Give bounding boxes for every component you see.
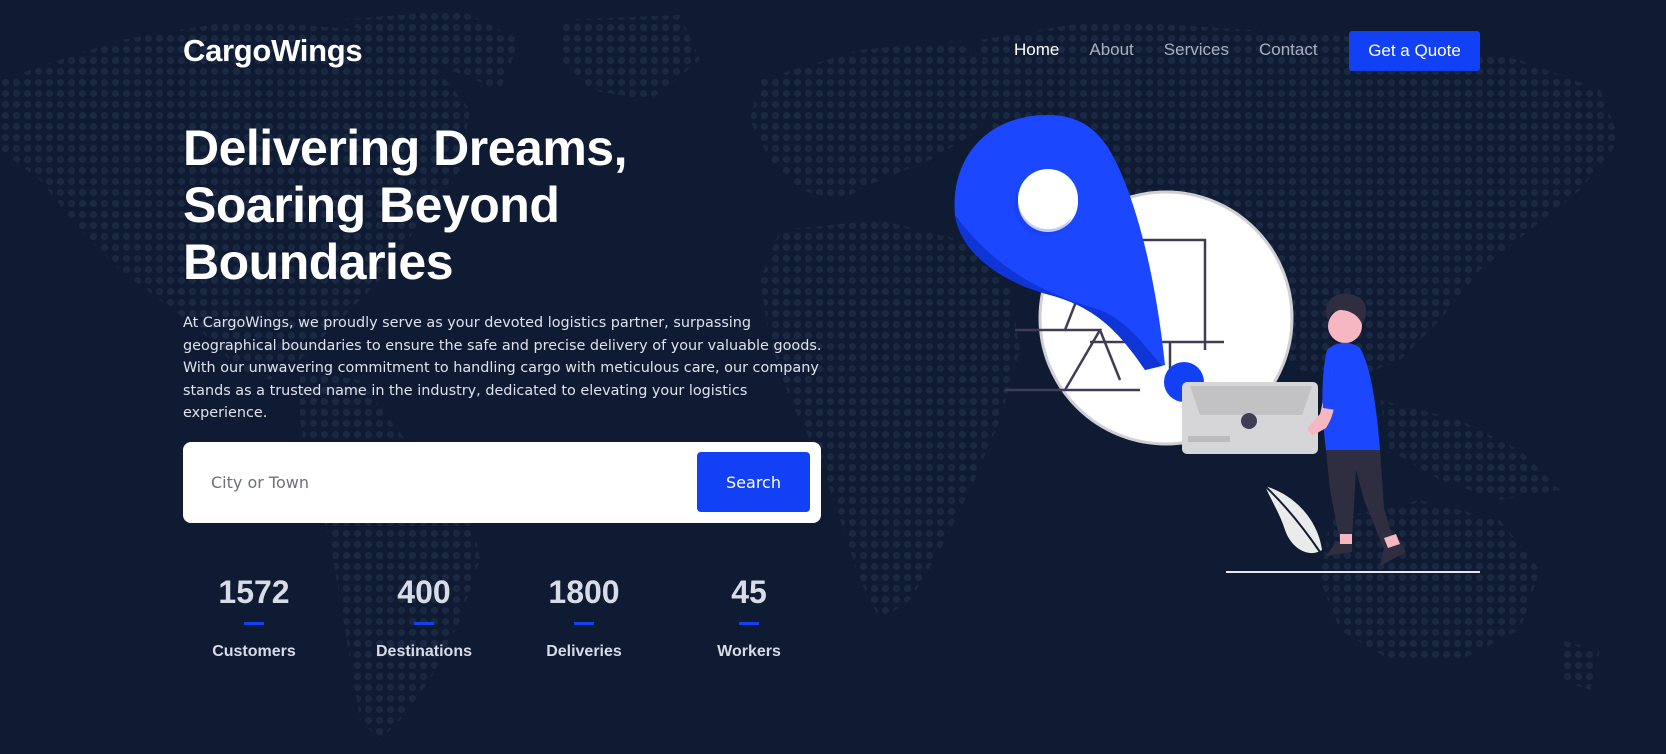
logo[interactable]: CargoWings (183, 33, 363, 69)
hero-title-line: Boundaries (183, 234, 454, 290)
stat-label: Customers (212, 643, 296, 660)
package-box-icon (1182, 382, 1318, 454)
stat-deliveries: 1800 Deliveries (514, 572, 654, 661)
stat-value: 400 (397, 574, 451, 610)
hero-title-line: Soaring Beyond (183, 177, 560, 233)
stat-value: 1800 (548, 574, 620, 610)
nav-contact[interactable]: Contact (1259, 40, 1318, 60)
stat-customers: 1572 Customers (184, 572, 324, 661)
delivery-illustration (954, 115, 1480, 573)
stat-value: 45 (731, 574, 767, 610)
nav-services[interactable]: Services (1164, 40, 1229, 60)
stat-label: Destinations (375, 643, 472, 660)
hero-title: Delivering Dreams, Soaring Beyond Bounda… (183, 120, 703, 291)
stat-destinations: 400 Destinations (354, 572, 494, 661)
get-a-quote-button[interactable]: Get a Quote (1349, 31, 1480, 71)
delivery-person (1307, 293, 1406, 566)
page: CargoWings Home About Services Contact G… (0, 0, 1666, 754)
hero-description: At CargoWings, we proudly serve as your … (183, 315, 822, 421)
stat-divider (244, 622, 264, 625)
hero-title-line: Delivering Dreams, (183, 120, 627, 176)
nav-home[interactable]: Home (1014, 40, 1059, 60)
city-search-input[interactable] (211, 462, 651, 502)
nav-about[interactable]: About (1089, 40, 1133, 60)
stat-value: 1572 (218, 574, 290, 610)
stat-label: Workers (717, 643, 781, 660)
main-nav: Home About Services Contact (1014, 40, 1318, 60)
stat-label: Deliveries (546, 643, 622, 660)
plant-leaf (1264, 485, 1322, 554)
stat-workers: 45 Workers (679, 572, 819, 661)
stat-divider (574, 622, 594, 625)
stat-divider (739, 622, 759, 625)
search-bar: Search (183, 442, 821, 523)
search-button[interactable]: Search (697, 452, 810, 512)
stat-divider (414, 622, 434, 625)
